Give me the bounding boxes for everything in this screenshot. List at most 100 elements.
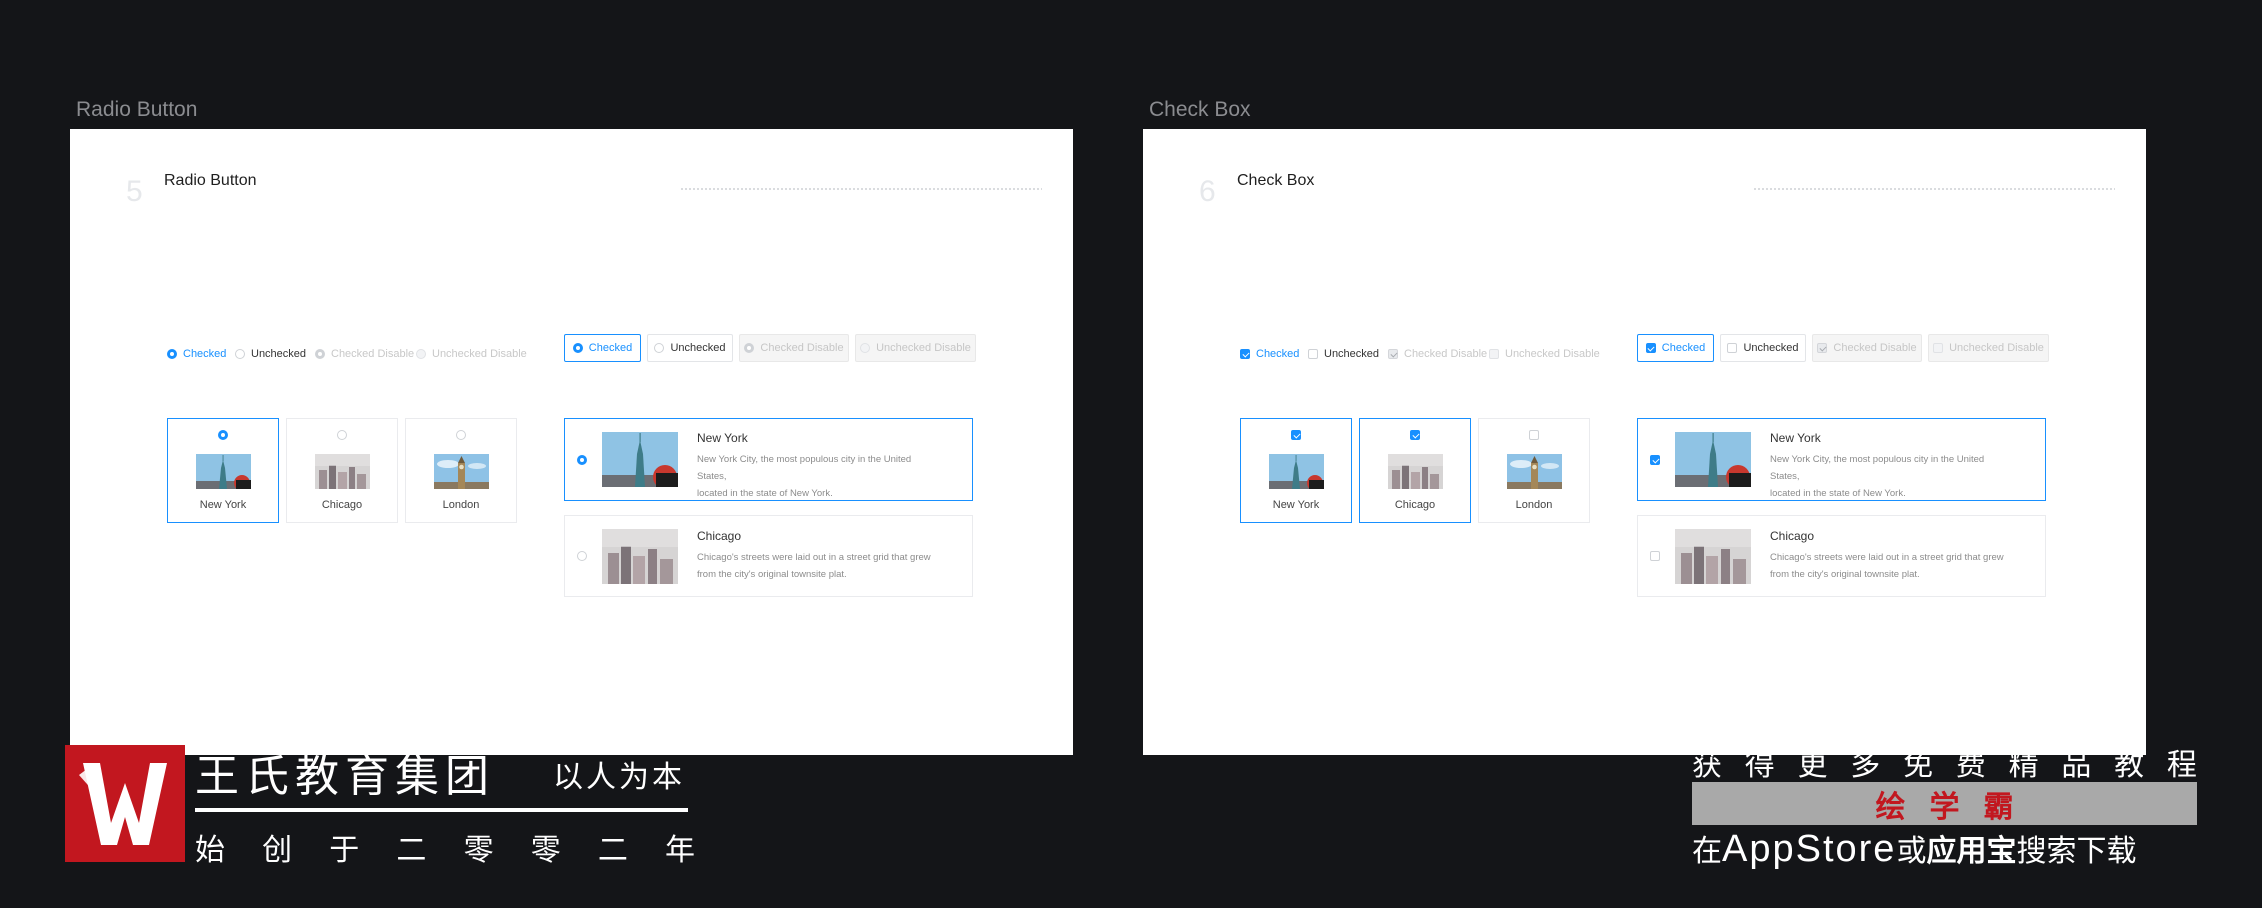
card-caption: London — [442, 499, 480, 511]
checkbox-label: Checked — [1256, 348, 1300, 360]
radio-button-unchecked-disabled: Unchecked Disable — [855, 334, 976, 362]
founded-text: 始 创 于 二 零 零 二 年 — [195, 825, 695, 869]
radio-unchecked-disabled: Unchecked Disable — [416, 342, 527, 366]
checkbox-card-london[interactable]: London — [1478, 418, 1590, 523]
radio-unchecked-disabled-icon — [860, 343, 871, 353]
radio-checked[interactable]: Checked — [167, 342, 226, 366]
founded-char: 二 — [396, 834, 427, 867]
radio-unchecked-icon — [337, 430, 347, 440]
checkbox-checked-disabled: Checked Disable — [1388, 342, 1487, 366]
radio-label: Unchecked Disable — [432, 348, 527, 360]
checkbox-card-new-york[interactable]: New York — [1240, 418, 1352, 523]
list-title: Chicago — [1770, 529, 1815, 543]
radio-button-unchecked[interactable]: Unchecked — [647, 334, 733, 362]
checkbox-button-unchecked[interactable]: Unchecked — [1720, 334, 1806, 362]
dotted-divider — [1753, 187, 2115, 191]
checkbox-checked-icon — [1291, 430, 1301, 440]
radio-unchecked-icon — [456, 430, 466, 440]
radio-label: Checked Disable — [331, 348, 415, 360]
radio-label: Unchecked — [251, 348, 307, 360]
list-title: New York — [697, 431, 748, 445]
checkbox-card-chicago[interactable]: Chicago — [1359, 418, 1471, 523]
card-caption: London — [1515, 499, 1553, 511]
radio-checked-icon — [572, 343, 583, 353]
founded-char: 零 — [530, 834, 561, 867]
brand-divider — [195, 808, 688, 812]
promo-char: 费 — [1955, 749, 1986, 782]
radio-list-chicago[interactable]: Chicago Chicago's streets were laid out … — [564, 515, 973, 597]
promo-search-line: 在 AppStore 或 应用宝 搜索下载 — [1692, 826, 2197, 871]
checkbox-list-new-york[interactable]: New York New York City, the most populou… — [1637, 418, 2046, 501]
radio-checked-disabled: Checked Disable — [315, 342, 414, 366]
description-line: New York City, the most populous city in… — [1770, 454, 1985, 465]
radio-card-london[interactable]: London — [405, 418, 517, 523]
brand-logo — [65, 745, 185, 862]
button-label: Unchecked Disable — [1949, 342, 2044, 354]
list-description: New York City, the most populous city in… — [697, 451, 947, 502]
checkbox-button-checked-disabled: Checked Disable — [1812, 334, 1922, 362]
promo-app-name: 绘学霸 — [1875, 790, 2038, 824]
promo-text: 或 — [1896, 835, 1927, 868]
new-york-image — [1675, 432, 1751, 487]
card-caption: Chicago — [1394, 499, 1436, 511]
radio-checked-icon — [577, 455, 587, 465]
checkbox-label: Checked Disable — [1404, 348, 1488, 360]
section-title: Radio Button — [164, 172, 257, 189]
radio-list-new-york[interactable]: New York New York City, the most populou… — [564, 418, 973, 501]
radio-checked-icon — [218, 430, 228, 440]
checkbox-unchecked-disabled-icon — [1933, 343, 1944, 353]
promo-line: 获 得 更 多 免 费 精 品 教 程 — [1692, 740, 2197, 784]
checkbox-unchecked-icon — [1308, 349, 1318, 359]
checkbox-checked-icon — [1410, 430, 1420, 440]
radio-unchecked-icon — [577, 551, 587, 561]
radio-label: Checked — [183, 348, 227, 360]
brand-name: 王氏教育集团 — [195, 752, 495, 801]
checkbox-unchecked[interactable]: Unchecked — [1308, 342, 1379, 366]
promo-app-name-band: 绘学霸 — [1692, 782, 2197, 825]
promo-char: 获 — [1692, 749, 1722, 782]
radio-checked-disabled-icon — [744, 343, 755, 353]
checkbox-unchecked-disabled: Unchecked Disable — [1489, 342, 1600, 366]
founded-char: 创 — [262, 834, 293, 867]
checkbox-checked-icon — [1240, 349, 1250, 359]
checkbox-artboard: 6 Check Box Checked Unchecked Checked Di… — [1143, 129, 2146, 755]
checkbox-unchecked-disabled-icon — [1489, 349, 1499, 359]
checkbox-button-checked[interactable]: Checked — [1637, 334, 1714, 362]
chicago-image — [1675, 529, 1751, 584]
checkbox-checked-icon — [1645, 343, 1656, 353]
chicago-image — [315, 454, 370, 489]
checkbox-unchecked-icon — [1529, 430, 1539, 440]
list-description: Chicago's streets were laid out in a str… — [1770, 549, 2020, 583]
section-number: 5 — [126, 175, 143, 208]
checkbox-checked[interactable]: Checked — [1240, 342, 1299, 366]
description-line: Chicago's streets were laid out in a str… — [1770, 552, 2004, 563]
card-caption: New York — [199, 499, 247, 511]
founded-char: 二 — [597, 834, 628, 867]
list-title: New York — [1770, 431, 1821, 445]
london-image — [1507, 454, 1562, 489]
radio-button-checked-disabled: Checked Disable — [739, 334, 849, 362]
list-description: Chicago's streets were laid out in a str… — [697, 549, 947, 583]
section-number: 6 — [1199, 175, 1216, 208]
chicago-image — [1388, 454, 1443, 489]
description-line: from the city's original townsite plat. — [697, 569, 847, 580]
checkbox-button-unchecked-disabled: Unchecked Disable — [1928, 334, 2049, 362]
radio-card-chicago[interactable]: Chicago — [286, 418, 398, 523]
checkbox-list-chicago[interactable]: Chicago Chicago's streets were laid out … — [1637, 515, 2046, 597]
promo-store-name: 应用宝 — [1926, 835, 2017, 868]
button-label: Checked Disable — [760, 342, 844, 354]
button-label: Unchecked — [670, 342, 726, 354]
radio-card-new-york[interactable]: New York — [167, 418, 279, 523]
frame-label-checkbox: Check Box — [1149, 98, 1251, 121]
radio-unchecked[interactable]: Unchecked — [235, 342, 306, 366]
card-caption: New York — [1272, 499, 1320, 511]
dotted-divider — [680, 187, 1042, 191]
list-title: Chicago — [697, 529, 742, 543]
description-line: located in the state of New York. — [1770, 488, 1906, 499]
radio-artboard: 5 Radio Button Checked Unchecked Checked… — [70, 129, 1073, 755]
london-image — [434, 454, 489, 489]
radio-button-checked[interactable]: Checked — [564, 334, 641, 362]
description-line: New York City, the most populous city in… — [697, 454, 912, 465]
description-line: Chicago's streets were laid out in a str… — [697, 552, 931, 563]
checkbox-checked-disabled-icon — [1388, 349, 1398, 359]
